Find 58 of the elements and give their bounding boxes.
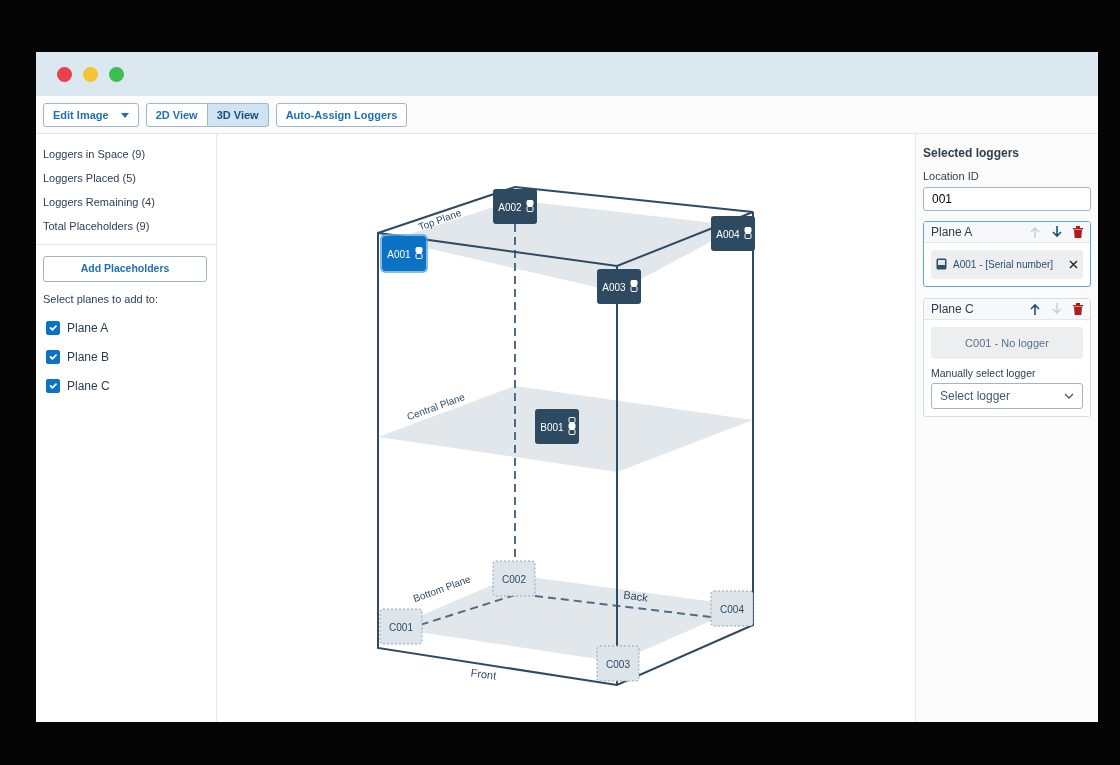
close-icon[interactable] <box>1069 260 1078 270</box>
checkbox-label: Plane B <box>67 348 110 366</box>
prompt-text: Select planes to add to: <box>42 291 159 307</box>
empty-logger-slot: C001 - No logger <box>931 326 1083 359</box>
stat-text: Loggers in Space (9) <box>42 147 147 162</box>
field-label: Location ID <box>923 169 980 184</box>
plane-position-icon <box>568 417 576 435</box>
plane-position-icon <box>744 227 752 239</box>
minimize-window-dot[interactable] <box>83 66 98 82</box>
arrow-down-icon[interactable] <box>1051 225 1063 238</box>
logger-marker[interactable]: A004 <box>711 216 755 251</box>
plane-card[interactable]: Plane C C001 - No logger Manually select logger Select logger <box>923 297 1091 417</box>
plane-label: Top Plane <box>417 206 463 233</box>
card-title: Plane C <box>931 300 975 318</box>
auto-assign-button[interactable]: Auto-Assign Loggers <box>275 102 408 127</box>
assigned-logger-item[interactable]: A001 - [Serial number] <box>931 249 1083 279</box>
chevron-icon <box>1064 392 1074 399</box>
trash-icon[interactable] <box>1073 302 1083 315</box>
plane-position-icon <box>630 280 638 292</box>
checkbox-label: Plane A <box>67 319 109 337</box>
add-placeholders-button[interactable]: Add Placeholders <box>43 256 207 282</box>
field-label: Manually select logger <box>931 366 1037 381</box>
trash-icon[interactable] <box>1073 225 1083 238</box>
placeholder-marker[interactable]: C002 <box>492 560 536 597</box>
panel-title: Selected loggers <box>923 145 1021 162</box>
card-title: Plane A <box>931 223 974 241</box>
logger-name: A001 - [Serial number] <box>953 257 1054 272</box>
plane-card[interactable]: Plane A A001 - [Serial number] <box>923 220 1091 287</box>
caret-icon <box>120 113 129 119</box>
logger-marker[interactable]: B001 <box>535 409 579 444</box>
view-toggle-button[interactable]: 2D View <box>145 102 208 127</box>
placeholder-marker[interactable]: C001 <box>379 608 423 645</box>
view-toggle-button[interactable]: 3D View <box>207 102 269 127</box>
plane-checkbox[interactable] <box>46 349 60 364</box>
device-icon <box>936 258 947 270</box>
location-id-field[interactable]: 001 <box>923 186 1091 211</box>
plane-position-icon <box>526 200 534 212</box>
face-label: Back <box>622 588 649 604</box>
stat-text: Total Placeholders (9) <box>42 219 151 234</box>
face-label: Front <box>470 666 498 682</box>
maximize-window-dot[interactable] <box>109 66 124 82</box>
arrow-up-icon[interactable] <box>1029 302 1041 315</box>
placeholder-marker[interactable]: C004 <box>710 590 754 627</box>
checkbox-label: Plane C <box>67 377 110 395</box>
plane-label: Bottom Plane <box>411 573 472 605</box>
logger-select[interactable]: Select logger <box>931 382 1083 409</box>
plane-checkbox[interactable] <box>46 378 60 393</box>
placeholder-marker[interactable]: C003 <box>596 645 640 682</box>
edit-image-dropdown[interactable]: Edit Image <box>43 102 139 127</box>
plane-position-icon <box>415 247 423 259</box>
close-window-dot[interactable] <box>57 66 72 82</box>
plane-label: Central Plane <box>405 391 467 423</box>
logger-marker[interactable]: A003 <box>597 269 641 304</box>
stat-text: Loggers Placed (5) <box>42 171 137 186</box>
logger-marker[interactable]: A002 <box>493 189 537 224</box>
logger-marker[interactable]: A001 <box>380 234 428 273</box>
plane-checkbox[interactable] <box>46 320 60 335</box>
stat-text: Loggers Remaining (4) <box>42 195 156 210</box>
